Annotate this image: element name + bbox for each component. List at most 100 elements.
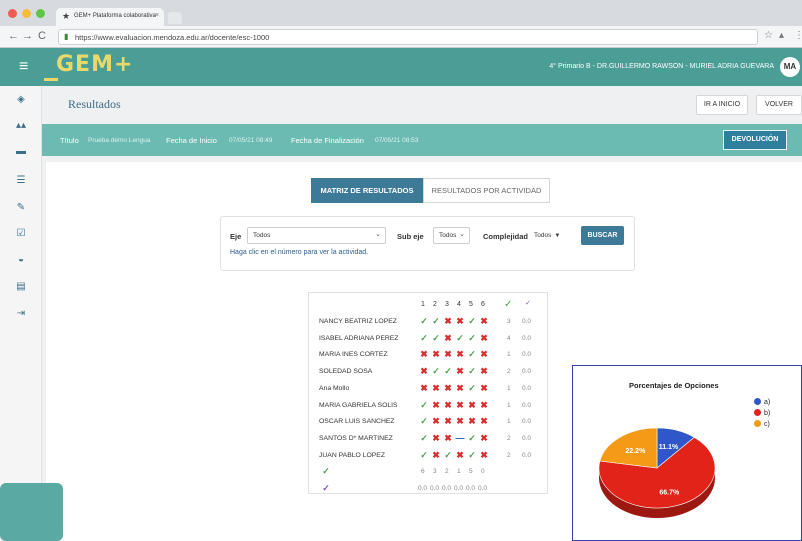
subeje-select[interactable]: Todos ⌄	[433, 227, 470, 244]
answer-mark-bad[interactable]: ✖	[443, 316, 453, 327]
answer-mark-bad[interactable]: ✖	[479, 433, 489, 444]
tab-title: GEM+ Plataforma colaborativa	[74, 13, 156, 19]
answer-mark-bad[interactable]: ✖	[443, 333, 453, 344]
answer-mark-bad[interactable]: ✖	[455, 383, 465, 394]
close-tab-icon[interactable]: ×	[155, 12, 159, 19]
answer-mark-bad[interactable]: ✖	[455, 400, 465, 411]
answer-mark-ok[interactable]: ✓	[419, 416, 429, 427]
answer-mark-ok[interactable]: ✓	[431, 316, 441, 327]
answer-mark-ok[interactable]: ✓	[467, 433, 477, 444]
reload-icon[interactable]: C	[38, 30, 46, 42]
answer-mark-bad[interactable]: ✖	[479, 383, 489, 394]
complejidad-select[interactable]: Todos ▼	[529, 227, 569, 244]
answer-mark-bad[interactable]: ✖	[467, 400, 477, 411]
answer-mark-bad[interactable]: ✖	[479, 450, 489, 461]
answer-mark-bad[interactable]: ✖	[455, 316, 465, 327]
browser-tab[interactable]: ★ GEM+ Plataforma colaborativa ×	[56, 8, 164, 26]
sidebar-users-icon[interactable]: ▴▴	[0, 120, 42, 131]
answer-mark-bad[interactable]: ✖	[443, 433, 453, 444]
answer-mark-bad[interactable]: ✖	[419, 366, 429, 377]
forward-icon[interactable]: →	[22, 30, 33, 42]
answer-mark-bad[interactable]: ✖	[431, 416, 441, 427]
volver-button[interactable]: VOLVER	[756, 95, 802, 115]
minimize-window-button[interactable]	[22, 9, 31, 18]
maximize-window-button[interactable]	[36, 9, 45, 18]
answer-mark-bad[interactable]: ✖	[431, 349, 441, 360]
answer-mark-ok[interactable]: ✓	[419, 333, 429, 344]
column-header[interactable]: 2	[433, 301, 437, 308]
answer-mark-bad[interactable]: ✖	[479, 416, 489, 427]
answer-mark-ok[interactable]: ✓	[467, 316, 477, 327]
close-window-button[interactable]	[8, 9, 17, 18]
new-tab-button[interactable]	[168, 12, 182, 24]
answer-mark-ok[interactable]: ✓	[467, 450, 477, 461]
answer-mark-bad[interactable]: ✖	[431, 450, 441, 461]
menu-icon[interactable]: ⋮	[794, 30, 802, 41]
answer-mark-bad[interactable]: ✖	[443, 400, 453, 411]
answer-mark-ok[interactable]: ✓	[467, 349, 477, 360]
avatar[interactable]: MA	[780, 57, 800, 77]
sidebar-edit-icon[interactable]: ✎	[0, 202, 42, 213]
app-header: ≡ GEM+ 4° Primario B - DR.GUILLERMO RAWS…	[0, 48, 802, 86]
answer-mark-ok[interactable]: ✓	[419, 316, 429, 327]
totals-check-icon: ✓	[322, 466, 330, 477]
column-header[interactable]: 5	[469, 301, 473, 308]
column-header[interactable]: 4	[457, 301, 461, 308]
tab-matriz[interactable]: MATRIZ DE RESULTADOS	[311, 178, 423, 203]
answer-mark-ok[interactable]: ✓	[419, 400, 429, 411]
answer-mark-ok[interactable]: ✓	[431, 333, 441, 344]
answer-mark-bad[interactable]: ✖	[479, 316, 489, 327]
column-header[interactable]: 1	[421, 301, 425, 308]
answer-mark-bad[interactable]: ✖	[455, 349, 465, 360]
answer-mark-bad[interactable]: ✖	[419, 349, 429, 360]
tab-resultados-actividad[interactable]: RESULTADOS POR ACTIVIDAD	[423, 178, 550, 203]
correct-count: 1	[507, 418, 511, 426]
url-input[interactable]: ▮ https://www.evaluacion.mendoza.edu.ar/…	[58, 29, 758, 45]
sidebar-database-icon[interactable]: ▬	[0, 146, 42, 157]
answer-mark-dash[interactable]: —	[455, 433, 465, 443]
column-header[interactable]: 6	[481, 301, 485, 308]
sidebar-file-icon[interactable]: ▤	[0, 281, 42, 292]
answer-mark-ok[interactable]: ✓	[467, 333, 477, 344]
answer-mark-bad[interactable]: ✖	[479, 400, 489, 411]
devolucion-button[interactable]: DEVOLUCIÓN	[723, 130, 787, 150]
percentage: 0.0	[522, 384, 532, 392]
answer-mark-ok[interactable]: ✓	[467, 366, 477, 377]
answer-mark-bad[interactable]: ✖	[443, 416, 453, 427]
sidebar-dashboard-icon[interactable]: ◈	[0, 94, 42, 105]
answer-mark-ok[interactable]: ✓	[455, 333, 465, 344]
answer-mark-bad[interactable]: ✖	[467, 416, 477, 427]
answer-mark-ok[interactable]: ✓	[443, 450, 453, 461]
answer-mark-bad[interactable]: ✖	[443, 383, 453, 394]
bookmark-star-icon[interactable]: ☆	[764, 30, 773, 41]
answer-mark-bad[interactable]: ✖	[455, 366, 465, 377]
sidebar-list-icon[interactable]: ☰	[0, 175, 42, 186]
answer-mark-bad[interactable]: ✖	[431, 383, 441, 394]
answer-mark-ok[interactable]: ✓	[443, 366, 453, 377]
answer-mark-bad[interactable]: ✖	[419, 383, 429, 394]
sidebar-inbox-icon[interactable]: ◒	[0, 254, 42, 265]
answer-mark-ok[interactable]: ✓	[419, 450, 429, 461]
answer-mark-bad[interactable]: ✖	[479, 349, 489, 360]
answer-mark-ok[interactable]: ✓	[419, 433, 429, 444]
ir-a-inicio-button[interactable]: IR A INICIO	[696, 95, 748, 115]
answer-mark-bad[interactable]: ✖	[455, 416, 465, 427]
sidebar-logout-icon[interactable]: ⇥	[0, 308, 42, 319]
answer-mark-ok[interactable]: ✓	[431, 366, 441, 377]
back-icon[interactable]: ←	[8, 30, 19, 42]
correct-count: 3	[507, 318, 511, 325]
eje-select[interactable]: Todos ⌄	[247, 227, 386, 244]
extension-icon[interactable]: ▴	[779, 30, 784, 41]
answer-mark-bad[interactable]: ✖	[479, 333, 489, 344]
answer-mark-ok[interactable]: ✓	[467, 383, 477, 394]
answer-mark-bad[interactable]: ✖	[479, 366, 489, 377]
buscar-button[interactable]: BUSCAR	[581, 226, 624, 245]
hamburger-menu-icon[interactable]: ≡	[19, 59, 28, 75]
answer-mark-bad[interactable]: ✖	[443, 349, 453, 360]
column-header[interactable]: 3	[445, 301, 449, 308]
answer-mark-bad[interactable]: ✖	[431, 400, 441, 411]
sidebar-checkbox-icon[interactable]: ☑	[0, 228, 42, 239]
answer-mark-bad[interactable]: ✖	[431, 433, 441, 444]
total-correct: 3	[433, 468, 437, 476]
answer-mark-bad[interactable]: ✖	[455, 450, 465, 461]
